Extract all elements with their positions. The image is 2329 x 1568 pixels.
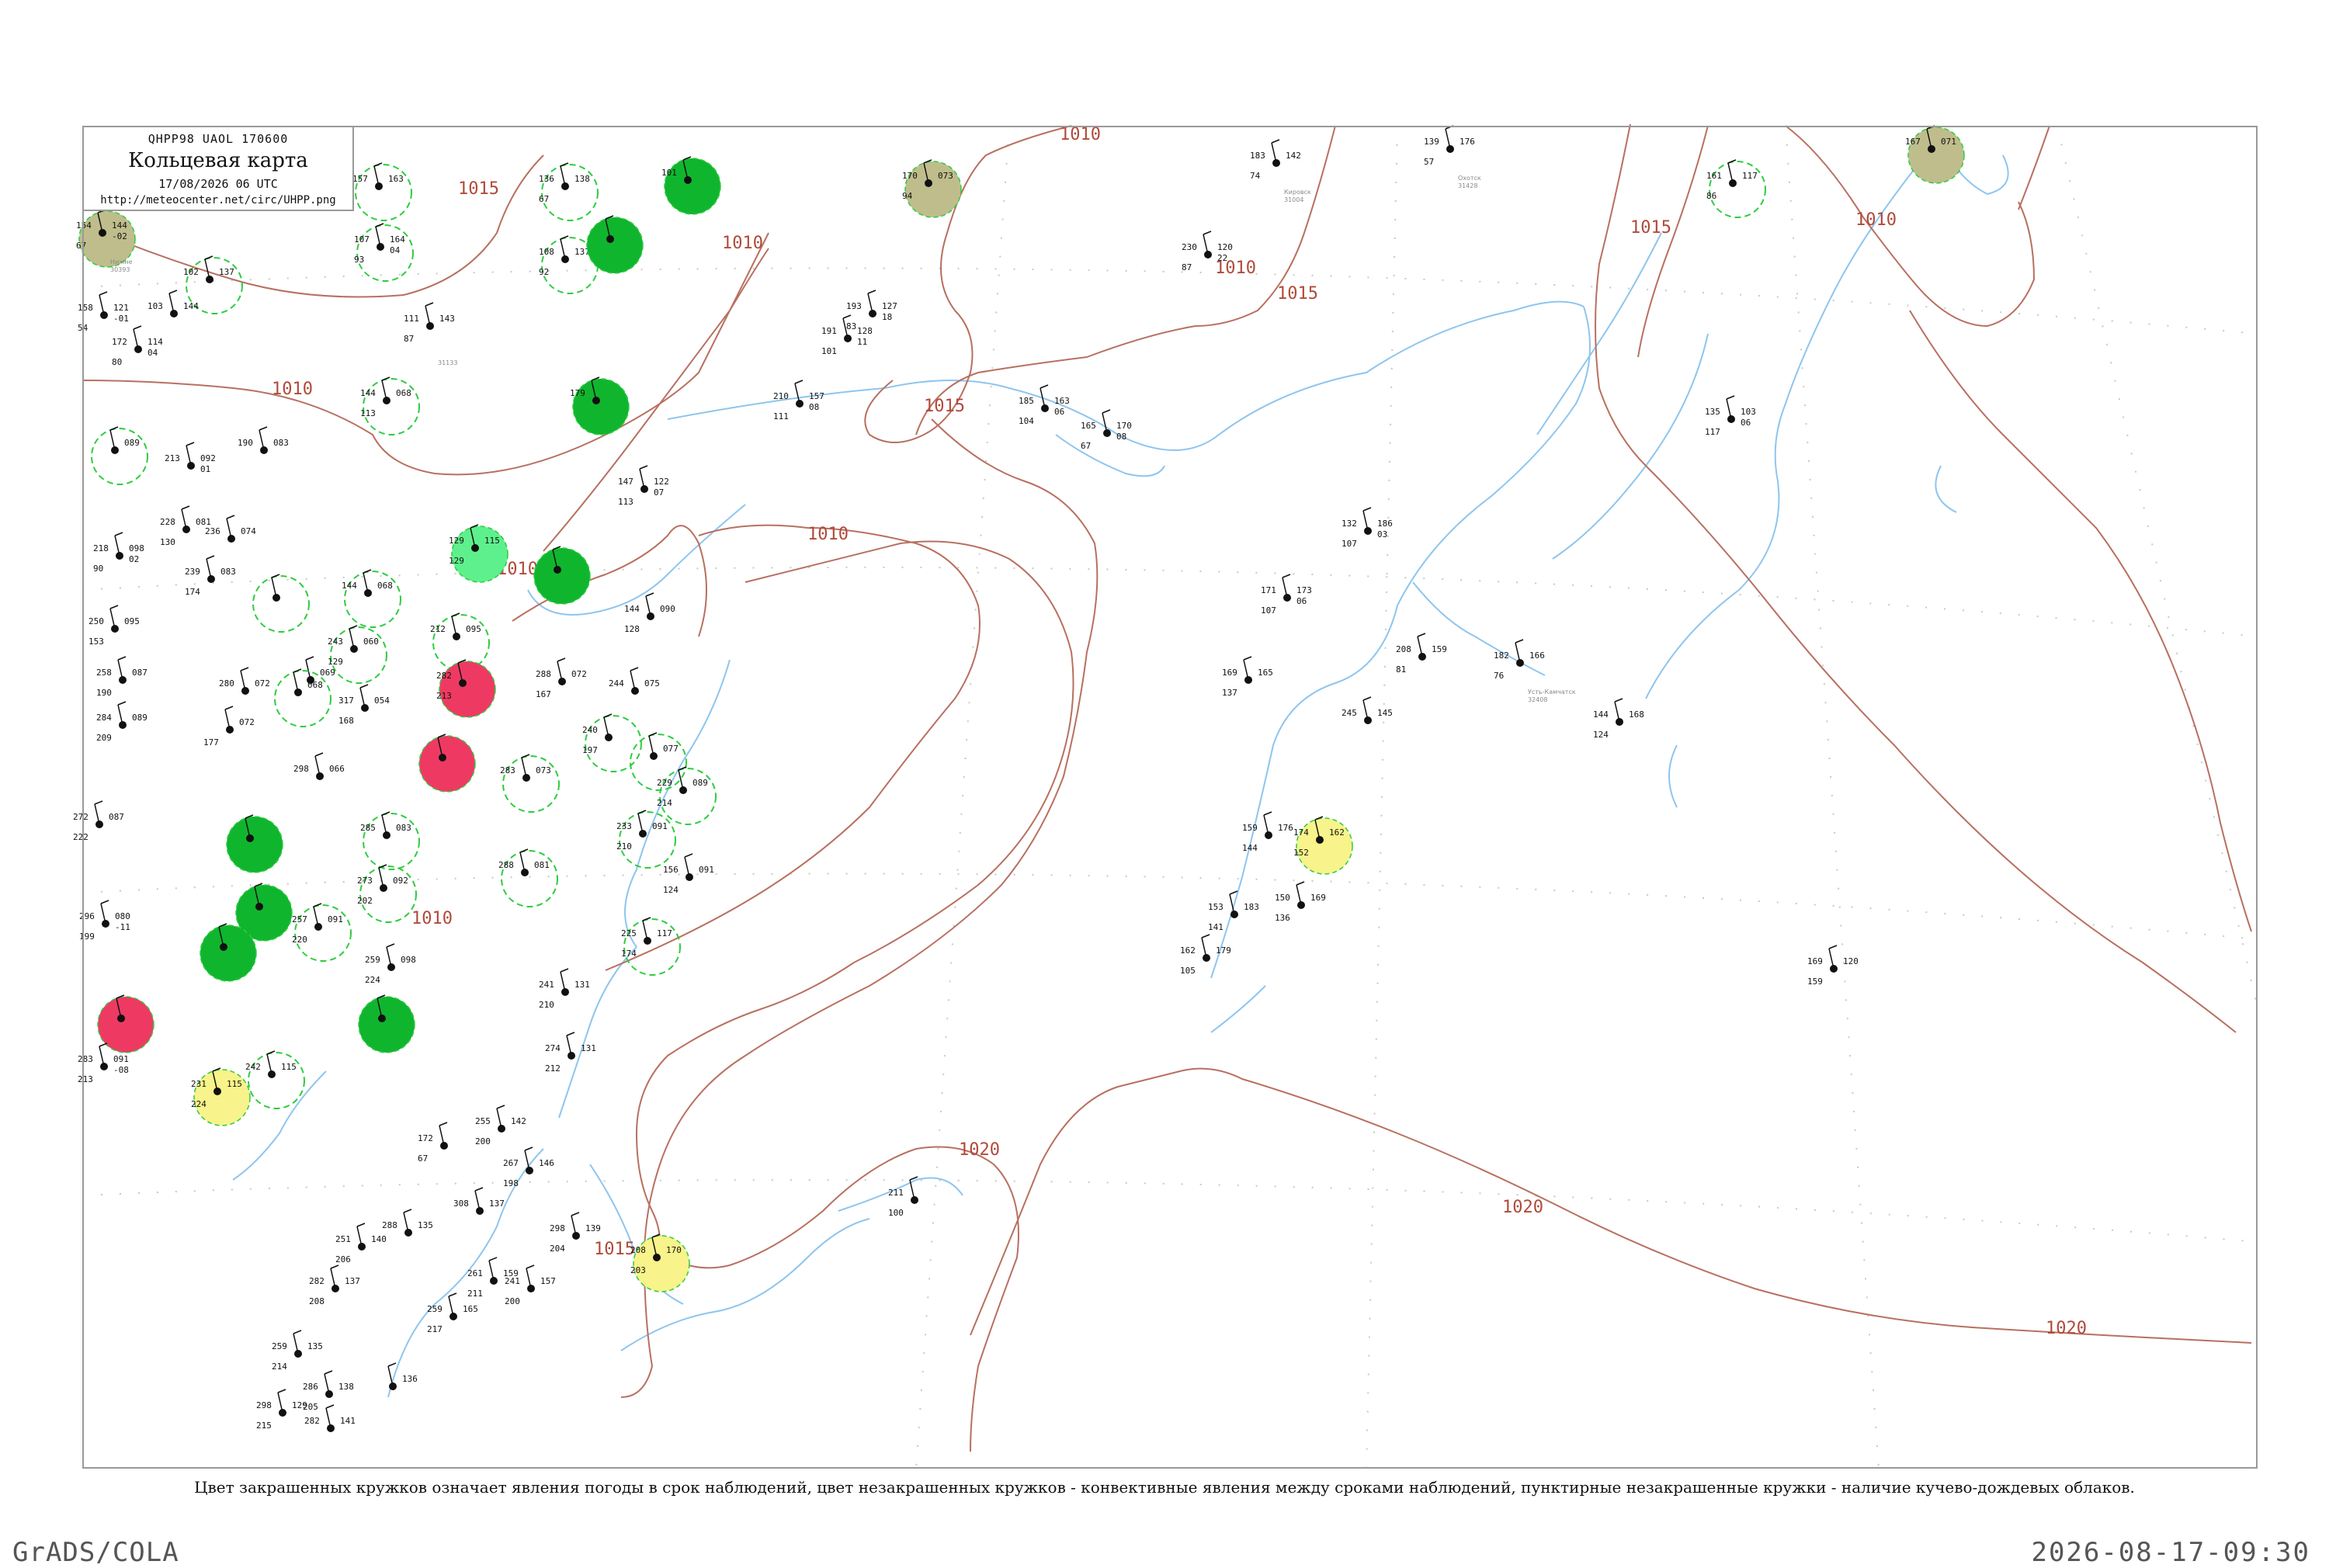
source-url: http://meteocenter.net/circ/UHPP.png [100, 194, 336, 206]
map-title: Кольцевая карта [128, 149, 308, 172]
footer-timestamp: 2026-08-17-09:30 [2031, 1537, 2310, 1568]
footer-software-label: GrADS/COLA [12, 1537, 179, 1568]
legend-caption: Цвет закрашенных кружков означает явлени… [194, 1478, 2135, 1497]
map-frame [82, 126, 2258, 1469]
map-date: 17/08/2026 06 UTC [158, 177, 278, 191]
legend-box: QHPP98 UAOL 170600 Кольцевая карта 17/08… [82, 126, 354, 211]
bulletin-code: QHPP98 UAOL 170600 [148, 132, 289, 146]
